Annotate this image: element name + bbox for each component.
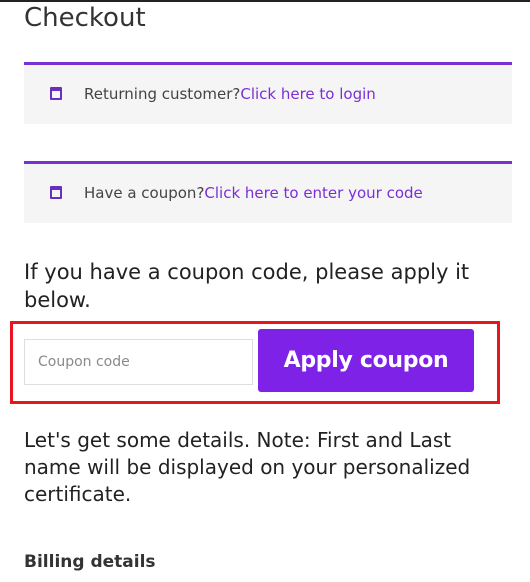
coupon-label: Have a coupon? [84, 184, 205, 202]
billing-details-heading: Billing details [24, 552, 156, 572]
window-icon [50, 87, 62, 100]
login-link[interactable]: Click here to login [240, 85, 375, 103]
coupon-notice: Have a coupon?Click here to enter your c… [24, 161, 512, 223]
returning-customer-notice: Returning customer?Click here to login [24, 62, 512, 124]
coupon-message: Have a coupon?Click here to enter your c… [84, 183, 423, 203]
enter-coupon-link[interactable]: Click here to enter your code [204, 184, 422, 202]
coupon-instruction: If you have a coupon code, please apply … [24, 260, 470, 312]
details-note: Let's get some details. Note: First and … [24, 428, 471, 506]
returning-customer-message: Returning customer?Click here to login [84, 84, 376, 104]
top-divider [0, 0, 530, 2]
window-icon [50, 186, 62, 199]
coupon-code-input[interactable] [24, 339, 253, 385]
page-title: Checkout [24, 3, 146, 33]
apply-coupon-button[interactable]: Apply coupon [258, 329, 474, 392]
returning-customer-label: Returning customer? [84, 85, 241, 103]
